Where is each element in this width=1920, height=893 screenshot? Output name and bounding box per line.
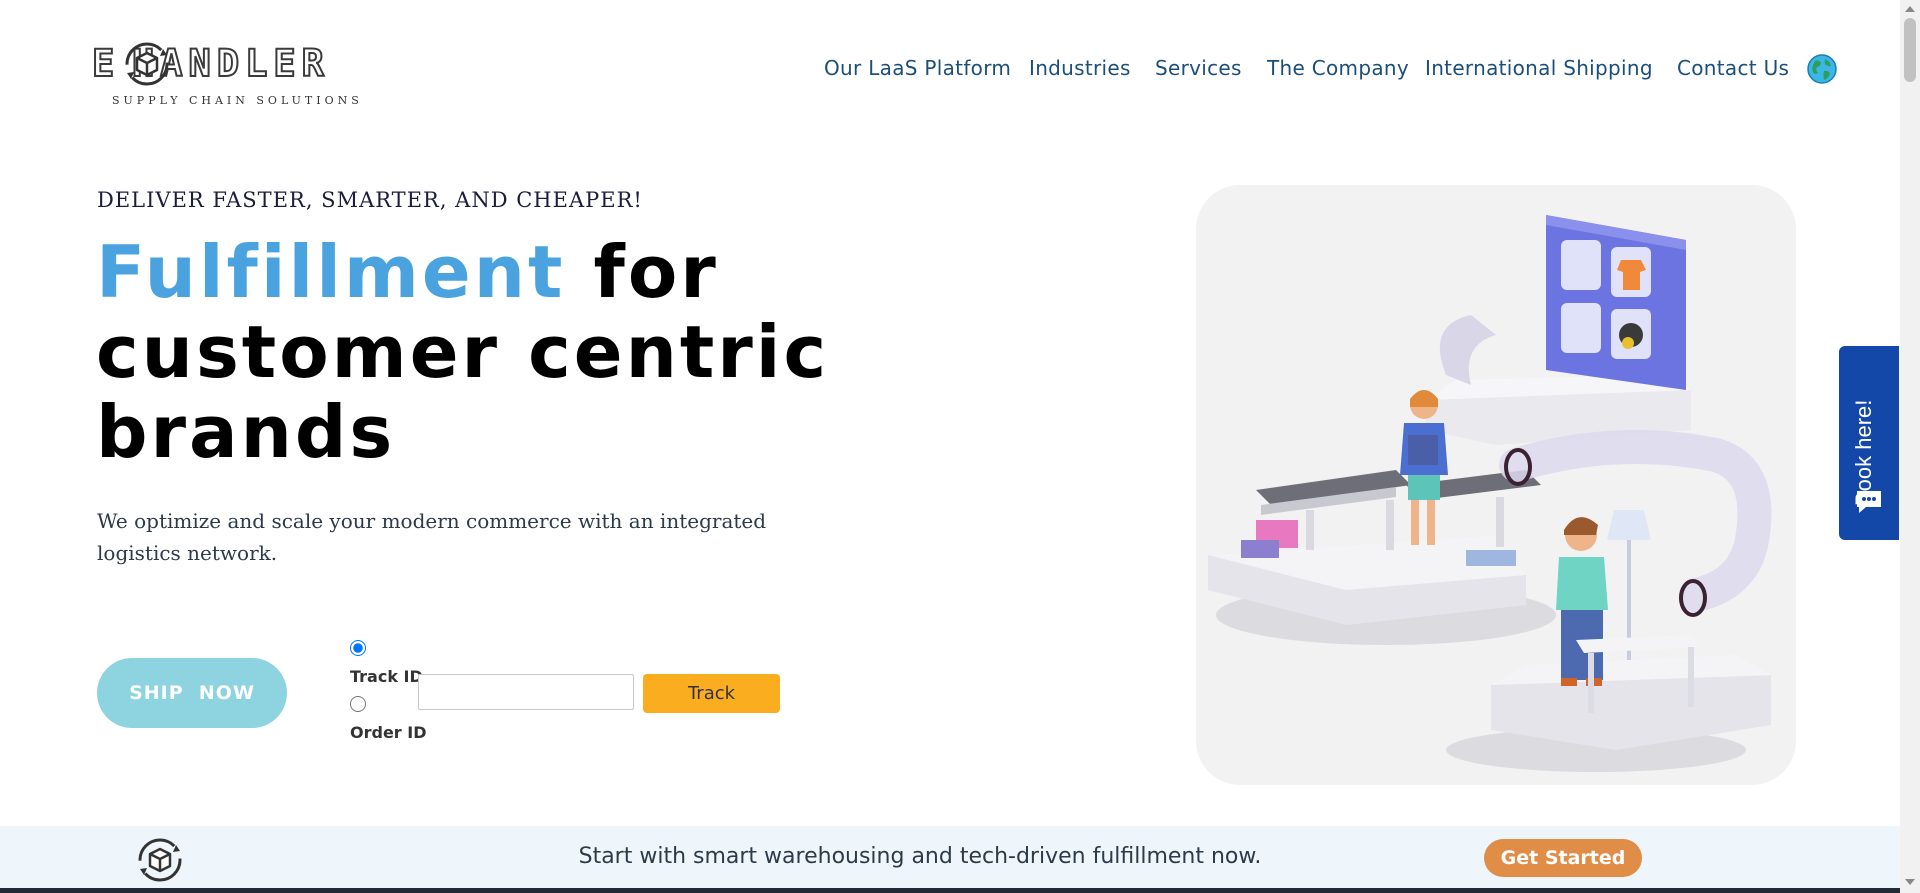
cta-banner: Start with smart warehousing and tech-dr… xyxy=(0,826,1900,888)
chat-icon xyxy=(1857,491,1881,513)
footer-strip xyxy=(0,888,1900,893)
main-nav: Our LaaS Platform Industries Services Th… xyxy=(0,56,1920,86)
get-started-button[interactable]: Get Started xyxy=(1484,839,1642,877)
fulfillment-warehouse-illustration xyxy=(1208,215,1772,772)
order-id-label[interactable]: Order ID xyxy=(350,723,427,742)
order-id-radio[interactable] xyxy=(350,696,366,712)
nav-item-international-shipping[interactable]: International Shipping xyxy=(1425,56,1653,80)
book-here-tab[interactable]: Book here! xyxy=(1839,346,1899,540)
scroll-thumb[interactable] xyxy=(1904,18,1916,82)
track-id-label[interactable]: Track ID xyxy=(350,667,423,686)
hero-headline: Fulfillment for customer centric brands xyxy=(96,232,856,472)
globe-icon[interactable] xyxy=(1806,53,1838,85)
nav-item-contact-us[interactable]: Contact Us xyxy=(1677,56,1789,80)
nav-item-laas-platform[interactable]: Our LaaS Platform xyxy=(824,56,1011,80)
page-scrollbar[interactable] xyxy=(1900,0,1920,893)
track-button[interactable]: Track xyxy=(643,674,780,713)
ship-now-button[interactable]: SHIP NOW xyxy=(97,658,287,728)
hero-illustration-card xyxy=(1196,185,1796,785)
hero-subtitle: We optimize and scale your modern commer… xyxy=(97,509,767,565)
nav-item-industries[interactable]: Industries xyxy=(1029,56,1131,80)
hero-tagline: DELIVER FASTER, SMARTER, AND CHEAPER! xyxy=(97,188,643,212)
hero-headline-accent: Fulfillment xyxy=(96,230,566,314)
nav-item-services[interactable]: Services xyxy=(1155,56,1242,80)
tracking-number-input[interactable] xyxy=(418,674,634,710)
logo-tagline: SUPPLY CHAIN SOLUTIONS xyxy=(112,94,363,107)
scroll-up-arrow-icon[interactable] xyxy=(1905,6,1915,12)
nav-item-the-company[interactable]: The Company xyxy=(1267,56,1409,80)
scroll-down-arrow-icon[interactable] xyxy=(1905,879,1915,885)
track-id-radio[interactable] xyxy=(350,640,366,656)
